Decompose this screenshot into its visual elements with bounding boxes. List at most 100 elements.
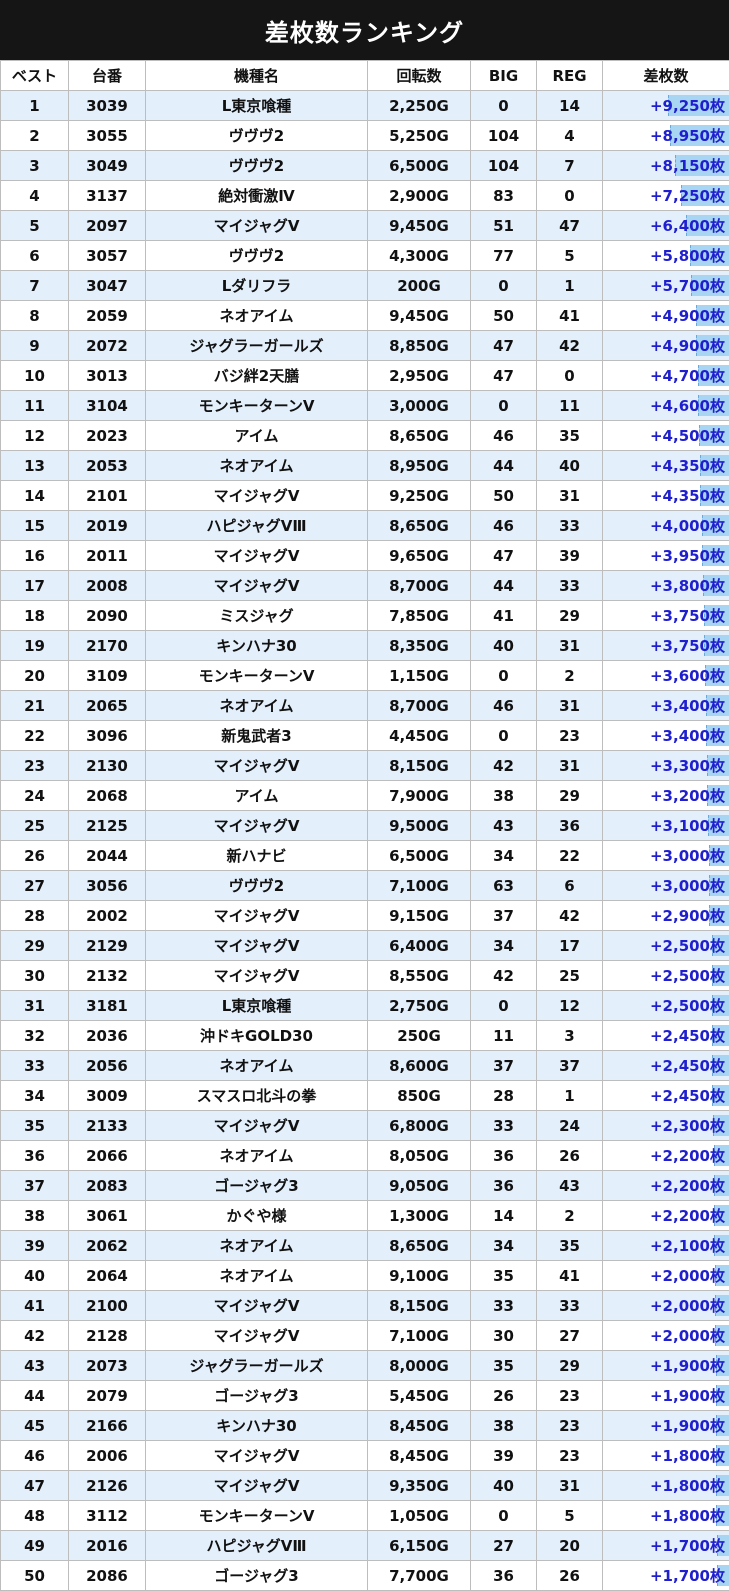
machine-name-cell: マイジャグV	[145, 900, 368, 931]
spins-cell: 6,500G	[367, 840, 471, 871]
spins-cell: 250G	[367, 1020, 471, 1051]
rank-cell: 44	[0, 1380, 69, 1411]
big-cell: 27	[470, 1530, 537, 1561]
diff-cell: +2,200枚	[602, 1200, 729, 1231]
reg-cell: 2	[536, 1200, 603, 1231]
table-row: 26 2044 新ハナビ 6,500G 34 22 +3,000枚	[0, 840, 729, 871]
diff-cell: +4,600枚	[602, 390, 729, 421]
diff-cell: +1,800枚	[602, 1500, 729, 1531]
machine-no-cell: 3013	[68, 360, 146, 391]
machine-no-cell: 2125	[68, 810, 146, 841]
diff-cell: +2,500枚	[602, 930, 729, 961]
rank-cell: 33	[0, 1050, 69, 1081]
column-header-diff[interactable]: 差枚数	[602, 60, 729, 91]
spins-cell: 8,350G	[367, 630, 471, 661]
table-row: 15 2019 ハピジャグVⅢ 8,650G 46 33 +4,000枚	[0, 510, 729, 541]
table-row: 33 2056 ネオアイム 8,600G 37 37 +2,450枚	[0, 1050, 729, 1081]
spins-cell: 8,150G	[367, 1290, 471, 1321]
big-cell: 35	[470, 1260, 537, 1291]
machine-no-cell: 3057	[68, 240, 146, 271]
table-row: 28 2002 マイジャグV 9,150G 37 42 +2,900枚	[0, 900, 729, 931]
big-cell: 33	[470, 1290, 537, 1321]
diff-value: +4,500枚	[649, 427, 725, 445]
spins-cell: 8,650G	[367, 1230, 471, 1261]
spins-cell: 8,700G	[367, 690, 471, 721]
rank-cell: 45	[0, 1410, 69, 1441]
big-cell: 46	[470, 420, 537, 451]
rank-cell: 6	[0, 240, 69, 271]
reg-cell: 31	[536, 480, 603, 511]
spins-cell: 850G	[367, 1080, 471, 1111]
diff-value: +3,300枚	[649, 757, 725, 775]
diff-value: +4,900枚	[649, 307, 725, 325]
diff-cell: +2,000枚	[602, 1290, 729, 1321]
diff-value: +3,600枚	[649, 667, 725, 685]
diff-cell: +3,750枚	[602, 630, 729, 661]
machine-name-cell: モンキーターンV	[145, 390, 368, 421]
rank-cell: 26	[0, 840, 69, 871]
ranking-table: ベスト 台番 機種名 回転数 BIG REG 差枚数 1 3039 L東京喰種 2,2…	[0, 60, 729, 1591]
reg-cell: 33	[536, 570, 603, 601]
machine-no-cell: 3049	[68, 150, 146, 181]
spins-cell: 4,300G	[367, 240, 471, 271]
machine-name-cell: ヴヴヴ2	[145, 870, 368, 901]
big-cell: 36	[470, 1560, 537, 1591]
diff-cell: +1,900枚	[602, 1350, 729, 1381]
rank-cell: 8	[0, 300, 69, 331]
diff-value: +4,350枚	[649, 457, 725, 475]
diff-value: +8,950枚	[649, 127, 725, 145]
diff-cell: +3,400枚	[602, 690, 729, 721]
diff-cell: +2,500枚	[602, 960, 729, 991]
rank-cell: 34	[0, 1080, 69, 1111]
reg-cell: 36	[536, 810, 603, 841]
diff-cell: +2,900枚	[602, 900, 729, 931]
diff-value: +5,700枚	[649, 277, 725, 295]
machine-no-cell: 2073	[68, 1350, 146, 1381]
reg-cell: 33	[536, 510, 603, 541]
column-header-big[interactable]: BIG	[470, 60, 537, 91]
table-row: 38 3061 かぐや様 1,300G 14 2 +2,200枚	[0, 1200, 729, 1231]
column-header-reg[interactable]: REG	[536, 60, 603, 91]
big-cell: 42	[470, 750, 537, 781]
column-header-rank[interactable]: ベスト	[0, 60, 69, 91]
big-cell: 50	[470, 300, 537, 331]
reg-cell: 23	[536, 1380, 603, 1411]
machine-no-cell: 2066	[68, 1140, 146, 1171]
rank-cell: 48	[0, 1500, 69, 1531]
big-cell: 83	[470, 180, 537, 211]
table-row: 39 2062 ネオアイム 8,650G 34 35 +2,100枚	[0, 1230, 729, 1261]
spins-cell: 8,150G	[367, 750, 471, 781]
column-header-name[interactable]: 機種名	[145, 60, 368, 91]
diff-cell: +3,200枚	[602, 780, 729, 811]
spins-cell: 6,400G	[367, 930, 471, 961]
machine-name-cell: ネオアイム	[145, 1050, 368, 1081]
spins-cell: 7,700G	[367, 1560, 471, 1591]
machine-name-cell: マイジャグV	[145, 750, 368, 781]
column-header-machine-no[interactable]: 台番	[68, 60, 146, 91]
machine-no-cell: 2132	[68, 960, 146, 991]
spins-cell: 1,050G	[367, 1500, 471, 1531]
spins-cell: 9,650G	[367, 540, 471, 571]
diff-value: +1,800枚	[649, 1447, 725, 1465]
machine-no-cell: 2126	[68, 1470, 146, 1501]
reg-cell: 22	[536, 840, 603, 871]
table-row: 24 2068 アイム 7,900G 38 29 +3,200枚	[0, 780, 729, 811]
machine-name-cell: ハピジャグVⅢ	[145, 510, 368, 541]
rank-cell: 24	[0, 780, 69, 811]
table-row: 47 2126 マイジャグV 9,350G 40 31 +1,800枚	[0, 1470, 729, 1501]
table-row: 16 2011 マイジャグV 9,650G 47 39 +3,950枚	[0, 540, 729, 571]
reg-cell: 2	[536, 660, 603, 691]
table-row: 7 3047 Lダリフラ 200G 0 1 +5,700枚	[0, 270, 729, 301]
table-row: 22 3096 新鬼武者3 4,450G 0 23 +3,400枚	[0, 720, 729, 751]
machine-name-cell: 新ハナビ	[145, 840, 368, 871]
spins-cell: 8,450G	[367, 1440, 471, 1471]
reg-cell: 1	[536, 270, 603, 301]
table-row: 8 2059 ネオアイム 9,450G 50 41 +4,900枚	[0, 300, 729, 331]
rank-cell: 19	[0, 630, 69, 661]
diff-value: +1,900枚	[649, 1357, 725, 1375]
column-header-spins[interactable]: 回転数	[367, 60, 471, 91]
diff-value: +8,150枚	[649, 157, 725, 175]
diff-value: +4,700枚	[649, 367, 725, 385]
machine-name-cell: 新鬼武者3	[145, 720, 368, 751]
machine-name-cell: マイジャグV	[145, 480, 368, 511]
